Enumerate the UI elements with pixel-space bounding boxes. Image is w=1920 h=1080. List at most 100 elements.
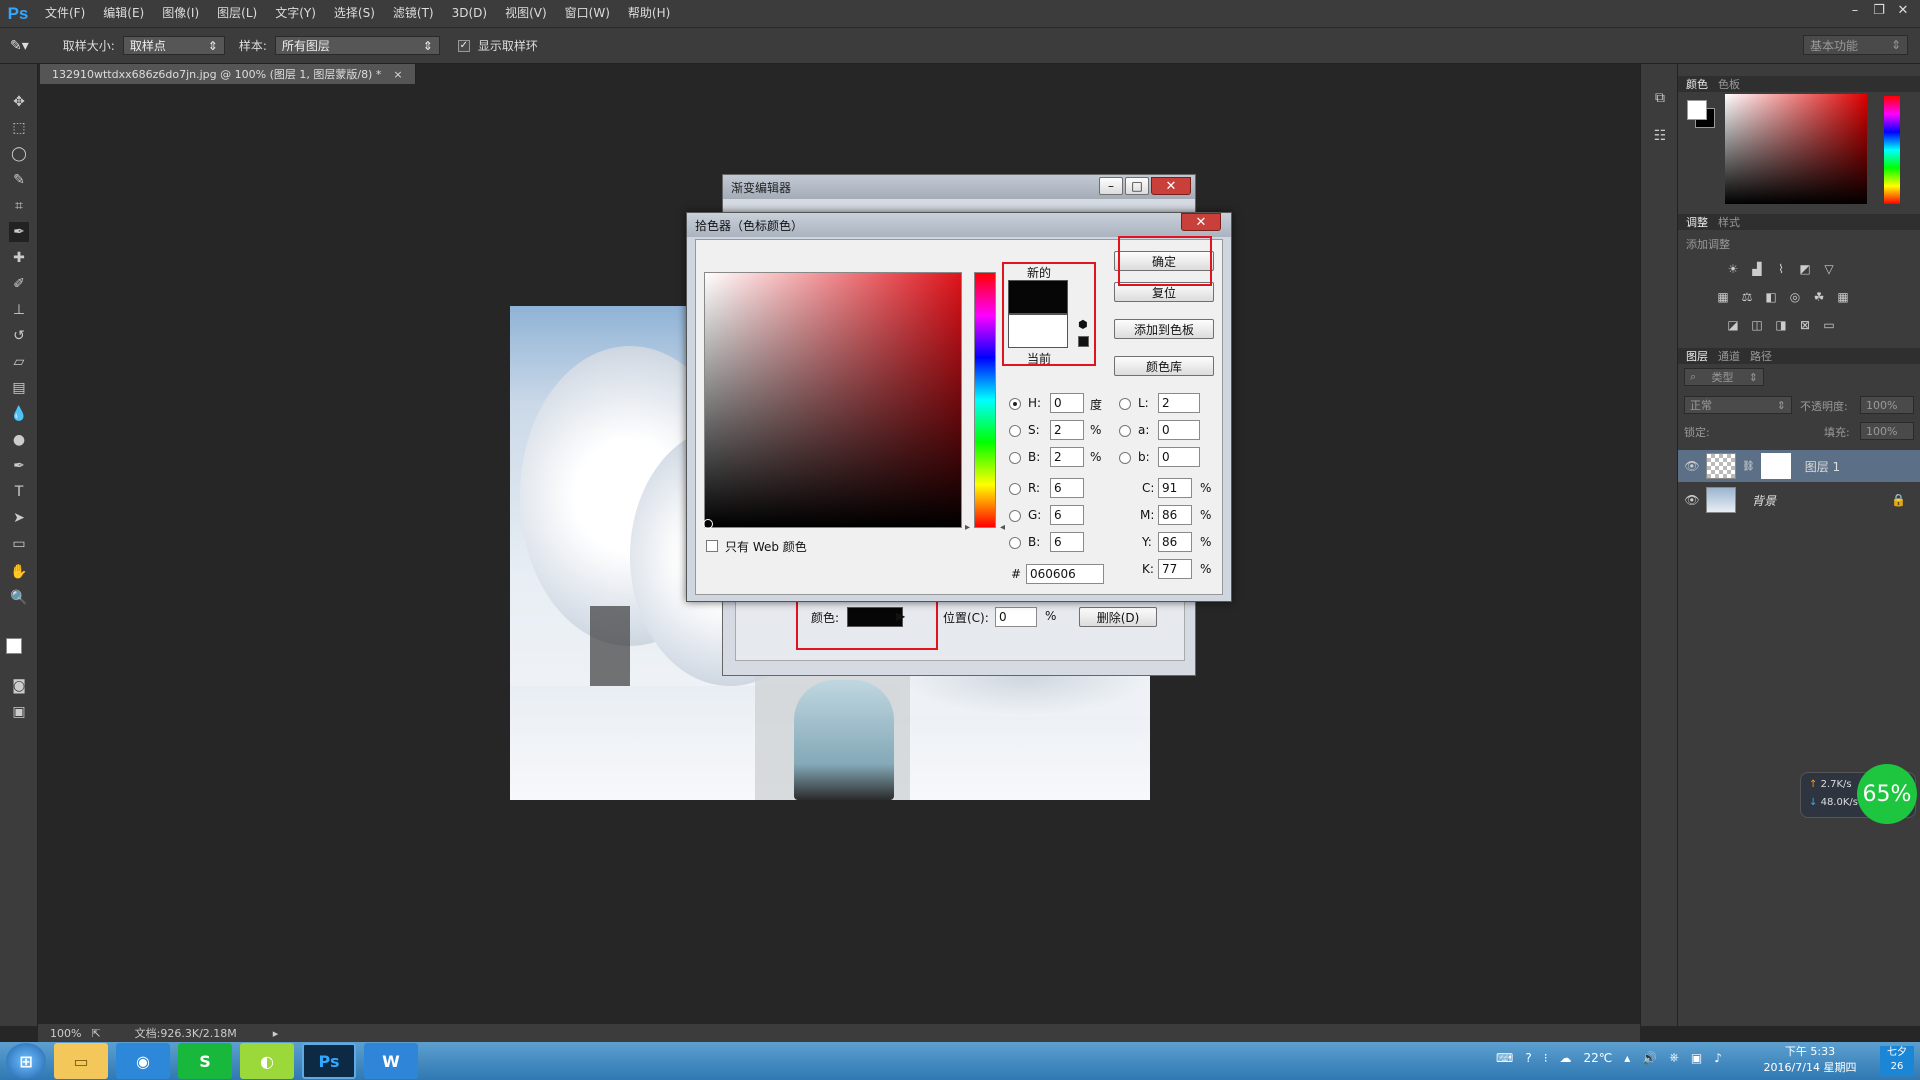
eraser-tool-icon[interactable]: ▱ — [9, 352, 29, 372]
menu-layer[interactable]: 图层(L) — [208, 0, 266, 27]
browser-icon[interactable]: ◉ — [116, 1043, 170, 1079]
threshold-icon[interactable]: ◨ — [1772, 318, 1790, 332]
tab-adjustments[interactable]: 调整 — [1686, 214, 1708, 230]
opacity-input[interactable]: 100% — [1860, 396, 1914, 414]
eyedropper-tool-icon[interactable]: ✎▾ — [10, 38, 29, 54]
speaker-icon[interactable]: 🔊 — [1642, 1051, 1657, 1065]
display-icon[interactable]: ▣ — [1691, 1051, 1702, 1065]
tab-swatches[interactable]: 色板 — [1718, 76, 1740, 92]
keyboard-icon[interactable]: ⌨ — [1496, 1051, 1513, 1065]
hue-input[interactable]: 0 — [1050, 393, 1084, 413]
zoom-level[interactable]: 100% — [50, 1027, 81, 1040]
layer-row[interactable]: 👁 ⛓ 图层 1 — [1678, 450, 1920, 482]
healing-brush-tool-icon[interactable]: ✚ — [9, 248, 29, 268]
menu-edit[interactable]: 编辑(E) — [94, 0, 153, 27]
color-libraries-button[interactable]: 颜色库 — [1114, 356, 1214, 376]
levels-icon[interactable]: ▟ — [1748, 262, 1766, 276]
curves-icon[interactable]: ⌇ — [1772, 262, 1790, 276]
lasso-tool-icon[interactable]: ◯ — [9, 144, 29, 164]
panel-foreground-swatch[interactable] — [1687, 100, 1707, 120]
volume-icon[interactable]: ♪ — [1714, 1051, 1722, 1065]
gradient-map-icon[interactable]: ▭ — [1820, 318, 1838, 332]
black-input[interactable]: 77 — [1158, 559, 1192, 579]
stamp-tool-icon[interactable]: ⊥ — [9, 300, 29, 320]
minimize-icon[interactable]: – — [1099, 177, 1123, 195]
workspace-select[interactable]: 基本功能 ⇕ — [1803, 35, 1908, 55]
hue-sat-icon[interactable]: ▦ — [1714, 290, 1732, 304]
document-tab[interactable]: 132910wttdxx686z6do7jn.jpg @ 100% (图层 1,… — [40, 64, 416, 84]
blue-input[interactable]: 6 — [1050, 532, 1084, 552]
color-balance-icon[interactable]: ⚖ — [1738, 290, 1756, 304]
magenta-input[interactable]: 86 — [1158, 505, 1192, 525]
hue-radio[interactable] — [1009, 398, 1021, 410]
menu-view[interactable]: 视图(V) — [496, 0, 556, 27]
show-ring-checkbox[interactable]: ✓ — [457, 39, 470, 52]
link-chain-icon[interactable]: ⛓ — [1742, 461, 1755, 472]
screen-mode-icon[interactable]: ▣ — [9, 702, 29, 722]
green-input[interactable]: 6 — [1050, 505, 1084, 525]
blend-mode-select[interactable]: 正常 ⇕ — [1684, 396, 1792, 414]
photoshop-taskbar-icon[interactable]: Ps — [302, 1043, 356, 1079]
close-tab-icon[interactable]: × — [393, 68, 402, 81]
menu-type[interactable]: 文字(Y) — [266, 0, 325, 27]
quick-select-tool-icon[interactable]: ✎ — [9, 170, 29, 190]
add-to-swatches-button[interactable]: 添加到色板 — [1114, 319, 1214, 339]
green-radio[interactable] — [1009, 510, 1021, 522]
memory-percent-badge[interactable]: 65% — [1857, 764, 1917, 824]
cyan-input[interactable]: 91 — [1158, 478, 1192, 498]
start-button[interactable]: ⊞ — [6, 1043, 46, 1079]
color-panel-hue-bar[interactable] — [1884, 96, 1900, 204]
lab-a-radio[interactable] — [1119, 425, 1131, 437]
export-icon[interactable]: ⇱ — [91, 1027, 100, 1040]
hue-slider[interactable]: ▸ ◂ — [965, 272, 1005, 533]
yellow-input[interactable]: 86 — [1158, 532, 1192, 552]
posterize-icon[interactable]: ◫ — [1748, 318, 1766, 332]
explorer-icon[interactable]: ▭ — [54, 1043, 108, 1079]
gradient-tool-icon[interactable]: ▤ — [9, 378, 29, 398]
color-lookup-icon[interactable]: ▦ — [1834, 290, 1852, 304]
sample-select[interactable]: 所有图层 ⇕ — [274, 36, 440, 55]
close-icon[interactable]: ✕ — [1151, 177, 1191, 195]
network-icon[interactable]: ⎈ — [1669, 1050, 1679, 1065]
brightness-icon[interactable]: ☀ — [1724, 262, 1742, 276]
marquee-tool-icon[interactable]: ⬚ — [9, 118, 29, 138]
type-tool-icon[interactable]: T — [9, 482, 29, 502]
tab-styles[interactable]: 样式 — [1718, 214, 1740, 230]
foreground-color-swatch[interactable] — [6, 638, 22, 654]
status-menu-arrow-icon[interactable]: ▸ — [273, 1027, 279, 1040]
tab-channels[interactable]: 通道 — [1718, 348, 1740, 364]
lab-l-input[interactable]: 2 — [1158, 393, 1200, 413]
menu-file[interactable]: 文件(F) — [36, 0, 94, 27]
quick-mask-icon[interactable]: ◙ — [9, 676, 29, 696]
crop-tool-icon[interactable]: ⌗ — [9, 196, 29, 216]
hue-slider-right-arrow-icon[interactable]: ◂ — [1000, 522, 1005, 533]
restore-icon[interactable]: ❐ — [1868, 0, 1890, 20]
shape-tool-icon[interactable]: ▭ — [9, 534, 29, 554]
lab-b-input[interactable]: 0 — [1158, 447, 1200, 467]
calendar-badge[interactable]: 七夕 26 — [1880, 1046, 1914, 1076]
delete-stop-button[interactable]: 删除(D) — [1079, 607, 1157, 627]
hand-tool-icon[interactable]: ✋ — [9, 562, 29, 582]
close-icon[interactable]: ✕ — [1892, 0, 1914, 20]
selective-color-icon[interactable]: ⊠ — [1796, 318, 1814, 332]
brightness-radio[interactable] — [1009, 452, 1021, 464]
location-input[interactable]: 0 — [995, 607, 1037, 627]
dodge-tool-icon[interactable]: ● — [9, 430, 29, 450]
saturation-radio[interactable] — [1009, 425, 1021, 437]
brightness-input[interactable]: 2 — [1050, 447, 1084, 467]
tab-layers[interactable]: 图层 — [1686, 348, 1708, 364]
properties-panel-icon[interactable]: ☷ — [1650, 126, 1670, 146]
pen-tool-icon[interactable]: ✒ — [9, 456, 29, 476]
lab-l-radio[interactable] — [1119, 398, 1131, 410]
lab-b-radio[interactable] — [1119, 452, 1131, 464]
invert-icon[interactable]: ◪ — [1724, 318, 1742, 332]
wps-writer-icon[interactable]: W — [364, 1043, 418, 1079]
maximize-icon[interactable]: □ — [1125, 177, 1149, 195]
clock[interactable]: 下午 5:33 2016/7/14 星期四 — [1750, 1044, 1870, 1080]
visibility-eye-icon[interactable]: 👁 — [1684, 459, 1700, 473]
menu-window[interactable]: 窗口(W) — [556, 0, 619, 27]
menu-filter[interactable]: 滤镜(T) — [384, 0, 443, 27]
menu-3d[interactable]: 3D(D) — [443, 0, 496, 27]
brush-tool-icon[interactable]: ✐ — [9, 274, 29, 294]
help-icon[interactable]: ? — [1525, 1051, 1531, 1065]
